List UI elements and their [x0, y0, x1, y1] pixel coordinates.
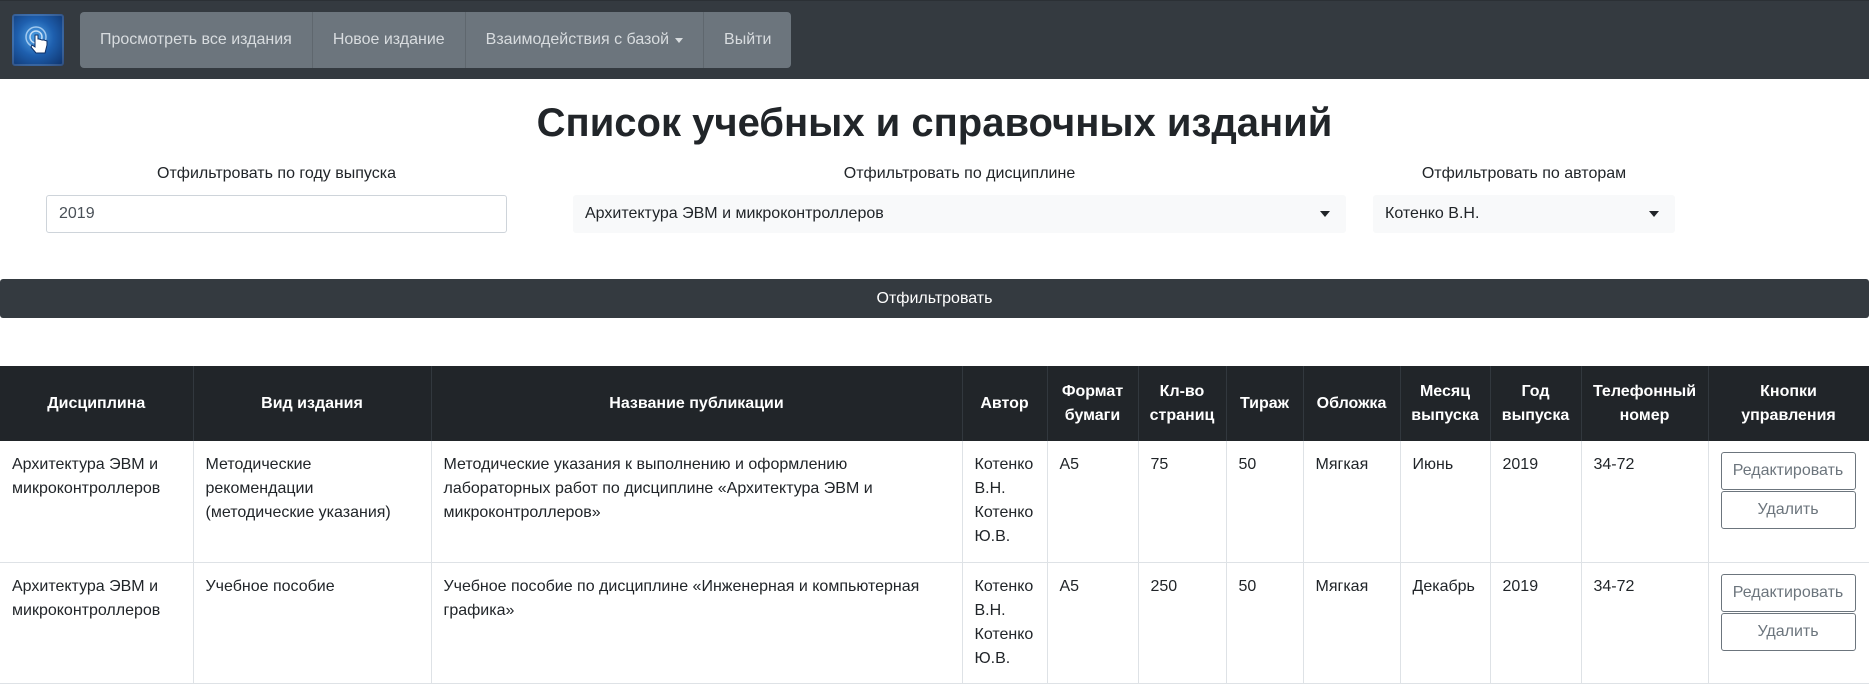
cell-format: А5 — [1047, 562, 1139, 684]
chevron-down-icon — [1320, 211, 1330, 217]
cell-type: Учебное пособие — [193, 562, 432, 684]
column-header: Обложка — [1303, 366, 1401, 441]
page-title: Список учебных и справочных изданий — [536, 101, 1333, 145]
column-header: Вид издания — [193, 366, 432, 441]
cell-cover: Мягкая — [1303, 441, 1401, 563]
authors-select-value: Котенко В.Н. — [1385, 205, 1480, 222]
cell-title: Учебное пособие по дисциплине «Инженерна… — [431, 562, 963, 684]
cell-pages: 75 — [1138, 441, 1227, 563]
column-header: Формат бумаги — [1047, 366, 1139, 441]
column-header: Год выпуска — [1490, 366, 1582, 441]
nav-menu: Просмотреть все издания Новое издание Вз… — [80, 12, 792, 68]
nav-view-all-button[interactable]: Просмотреть все издания — [80, 12, 313, 68]
cell-month: Июнь — [1400, 441, 1491, 563]
cell-pages: 250 — [1138, 562, 1227, 684]
touch-hand-icon-glyph — [25, 26, 48, 54]
nav-logout-button[interactable]: Выйти — [704, 12, 792, 68]
table-row: Архитектура ЭВМ и микроконтроллеров Мето… — [0, 441, 1869, 563]
authors-select[interactable]: Котенко В.Н. — [1373, 195, 1675, 233]
caret-down-icon — [675, 37, 684, 43]
column-header: Кл-во страниц — [1138, 366, 1227, 441]
editions-table-wrapper: Дисциплина Вид издания Название публикац… — [0, 366, 1869, 684]
filter-discipline-label: Отфильтровать по дисциплине — [843, 165, 1076, 182]
cell-author: Котенко В.Н. Котенко Ю.В. — [962, 562, 1048, 684]
cell-year: 2019 — [1490, 441, 1582, 563]
discipline-select[interactable]: Архитектура ЭВМ и микроконтроллеров — [573, 195, 1346, 233]
cell-copies: 50 — [1226, 562, 1304, 684]
table-row: Архитектура ЭВМ и микроконтроллеров Учеб… — [0, 562, 1869, 684]
column-header: Тираж — [1226, 366, 1304, 441]
cell-year: 2019 — [1490, 562, 1582, 684]
nav-database-label: Взаимодействия с базой — [485, 31, 670, 48]
cell-phone: 34-72 — [1581, 441, 1709, 563]
discipline-select-value: Архитектура ЭВМ и микроконтроллеров — [585, 205, 884, 222]
touch-hand-icon[interactable] — [12, 14, 64, 66]
column-header: Автор — [962, 366, 1048, 441]
nav-new-edition-button[interactable]: Новое издание — [312, 12, 466, 68]
table-header-row: Дисциплина Вид издания Название публикац… — [0, 366, 1869, 441]
edit-button[interactable]: Редактировать — [1720, 573, 1856, 612]
nav-database-dropdown[interactable]: Взаимодействия с базой — [465, 12, 705, 68]
cell-actions: Редактировать Удалить — [1708, 441, 1869, 563]
cell-type: Методические рекомендации (методические … — [193, 441, 432, 563]
cell-month: Декабрь — [1400, 562, 1491, 684]
cell-actions: Редактировать Удалить — [1708, 562, 1869, 684]
nav-view-all-label: Просмотреть все издания — [100, 31, 292, 48]
delete-button[interactable]: Удалить — [1720, 491, 1856, 529]
navbar: Просмотреть все издания Новое издание Вз… — [0, 0, 1869, 79]
cell-title: Методические указания к выполнению и офо… — [431, 441, 963, 563]
chevron-down-icon — [1649, 211, 1659, 217]
cell-discipline: Архитектура ЭВМ и микроконтроллеров — [0, 562, 194, 684]
nav-new-edition-label: Новое издание — [332, 31, 445, 48]
filter-discipline-group: Отфильтровать по дисциплине Архитектура … — [573, 163, 1346, 233]
filter-submit-button[interactable]: Отфильтровать — [0, 279, 1869, 318]
filter-authors-group: Отфильтровать по авторам Котенко В.Н. — [1373, 163, 1675, 233]
column-header: Название публикации — [431, 366, 963, 441]
cell-cover: Мягкая — [1303, 562, 1401, 684]
editions-table: Дисциплина Вид издания Название публикац… — [0, 366, 1869, 684]
column-header: Кнопки управления — [1708, 366, 1869, 441]
delete-button[interactable]: Удалить — [1720, 612, 1856, 651]
column-header: Месяц выпуска — [1400, 366, 1491, 441]
cell-author: Котенко В.Н. Котенко Ю.В. — [962, 441, 1048, 563]
cell-discipline: Архитектура ЭВМ и микроконтроллеров — [0, 441, 194, 563]
filter-year-label: Отфильтровать по году выпуска — [157, 165, 396, 182]
cell-copies: 50 — [1226, 441, 1304, 563]
edit-button[interactable]: Редактировать — [1720, 452, 1856, 490]
column-header: Дисциплина — [0, 366, 194, 441]
filter-authors-label: Отфильтровать по авторам — [1421, 165, 1627, 182]
cell-format: А5 — [1047, 441, 1139, 563]
cell-phone: 34-72 — [1581, 562, 1709, 684]
column-header: Телефонный номер — [1581, 366, 1709, 441]
filter-year-group: Отфильтровать по году выпуска 2019 — [46, 163, 507, 233]
year-input[interactable]: 2019 — [46, 195, 507, 233]
filter-form: Отфильтровать по году выпуска 2019 Отфил… — [0, 149, 1869, 279]
nav-logout-label: Выйти — [724, 31, 772, 48]
